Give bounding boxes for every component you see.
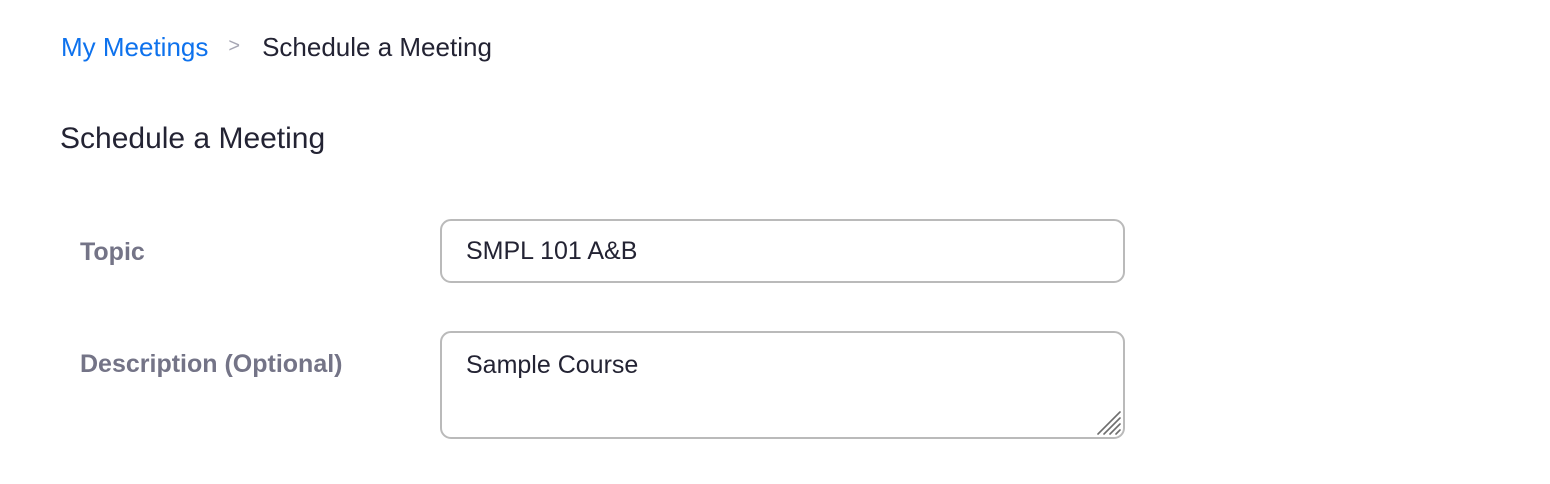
breadcrumb: My Meetings > Schedule a Meeting	[61, 30, 492, 64]
breadcrumb-my-meetings-link[interactable]: My Meetings	[61, 32, 208, 63]
breadcrumb-current: Schedule a Meeting	[262, 31, 492, 62]
description-value: Sample Course	[466, 351, 639, 379]
topic-input[interactable]	[440, 219, 1125, 283]
textarea-resize-grip-icon[interactable]	[1093, 407, 1121, 435]
description-textarea[interactable]: Sample Course	[440, 331, 1125, 439]
description-label: Description (Optional)	[80, 350, 343, 378]
topic-label: Topic	[80, 238, 145, 266]
page-title: Schedule a Meeting	[60, 122, 326, 155]
breadcrumb-separator: >	[228, 34, 241, 57]
